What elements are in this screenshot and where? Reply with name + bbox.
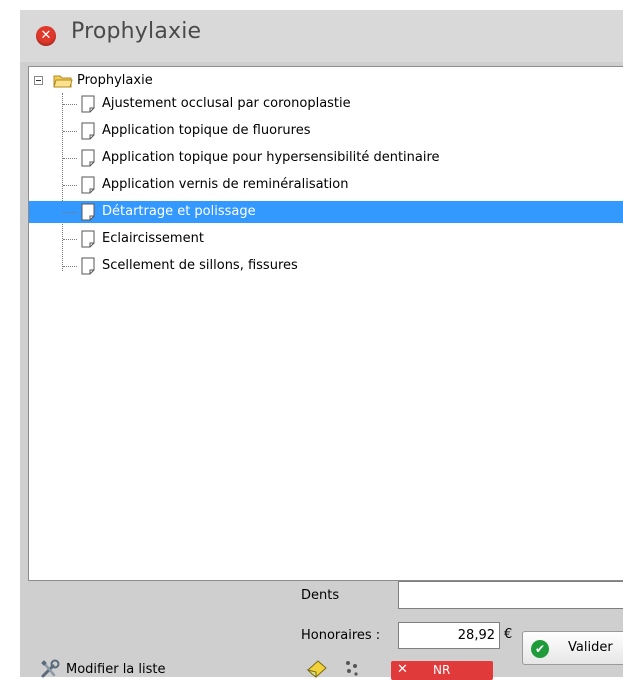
document-icon <box>81 230 95 248</box>
tree-item[interactable]: Application topique de fluorures <box>29 120 623 142</box>
prophylaxie-dialog: ✕ Prophylaxie Prophylaxie Ajustement occ… <box>20 10 623 680</box>
tree-item-label: Détartrage et polissage <box>102 204 256 219</box>
tree-root-label: Prophylaxie <box>77 73 153 88</box>
tree-guide-line <box>63 131 77 132</box>
eraser-icon[interactable] <box>306 658 328 678</box>
tree-item[interactable]: Eclaircissement <box>29 228 623 250</box>
document-icon <box>81 176 95 194</box>
window-title: Prophylaxie <box>71 19 202 44</box>
nr-label: NR <box>433 663 451 677</box>
document-icon <box>81 122 95 140</box>
check-icon: ✔ <box>531 640 549 658</box>
tree-guide-line <box>63 185 77 186</box>
nr-button[interactable]: ✕ NR <box>391 661 493 680</box>
tree-root-node[interactable]: Prophylaxie <box>29 71 623 93</box>
tree-item-label: Eclaircissement <box>102 231 204 246</box>
dents-label: Dents <box>301 588 340 603</box>
tree-guide-line <box>63 212 77 213</box>
close-icon[interactable]: ✕ <box>36 26 56 46</box>
tree-item[interactable]: Application topique pour hypersensibilit… <box>29 147 623 169</box>
dents-input[interactable] <box>398 581 623 609</box>
valider-label: Valider <box>568 640 613 655</box>
honoraires-label: Honoraires : <box>301 628 381 643</box>
document-icon <box>81 203 95 221</box>
bottom-panel: Dents Honoraires : 28,92 € ✔ Valider Mod… <box>20 581 623 680</box>
tree-item-label: Application vernis de reminéralisation <box>102 177 349 192</box>
title-bar: ✕ Prophylaxie <box>20 10 623 62</box>
tree-item-label: Application topique de fluorures <box>102 123 311 138</box>
tree-item-label: Ajustement occlusal par coronoplastie <box>102 96 351 111</box>
tree-item-label: Application topique pour hypersensibilit… <box>102 150 440 165</box>
tree-item[interactable]: Ajustement occlusal par coronoplastie <box>29 93 623 115</box>
valider-button[interactable]: ✔ Valider <box>522 631 623 665</box>
tree-item[interactable]: Détartrage et polissage <box>29 201 623 223</box>
tools-icon <box>41 659 60 678</box>
tree-guide-line <box>63 104 77 105</box>
tree-view[interactable]: Prophylaxie Ajustement occlusal par coro… <box>28 66 623 581</box>
tree-item[interactable]: Application vernis de reminéralisation <box>29 174 623 196</box>
tree-guide-line <box>63 266 77 267</box>
nr-x-icon: ✕ <box>397 662 408 677</box>
tree-guide-line <box>63 239 77 240</box>
dots-icon[interactable] <box>343 659 361 677</box>
document-icon <box>81 149 95 167</box>
collapse-icon[interactable] <box>34 76 43 85</box>
folder-open-icon <box>53 75 73 88</box>
currency-label: € <box>504 627 513 642</box>
document-icon <box>81 257 95 275</box>
tree-item-label: Scellement de sillons, fissures <box>102 258 298 273</box>
document-icon <box>81 95 95 113</box>
honoraires-input[interactable]: 28,92 <box>398 622 500 649</box>
tree-item[interactable]: Scellement de sillons, fissures <box>29 255 623 277</box>
modifier-liste-label: Modifier la liste <box>66 662 166 677</box>
modifier-liste-button[interactable]: Modifier la liste <box>40 659 220 679</box>
tree-guide-line <box>63 158 77 159</box>
